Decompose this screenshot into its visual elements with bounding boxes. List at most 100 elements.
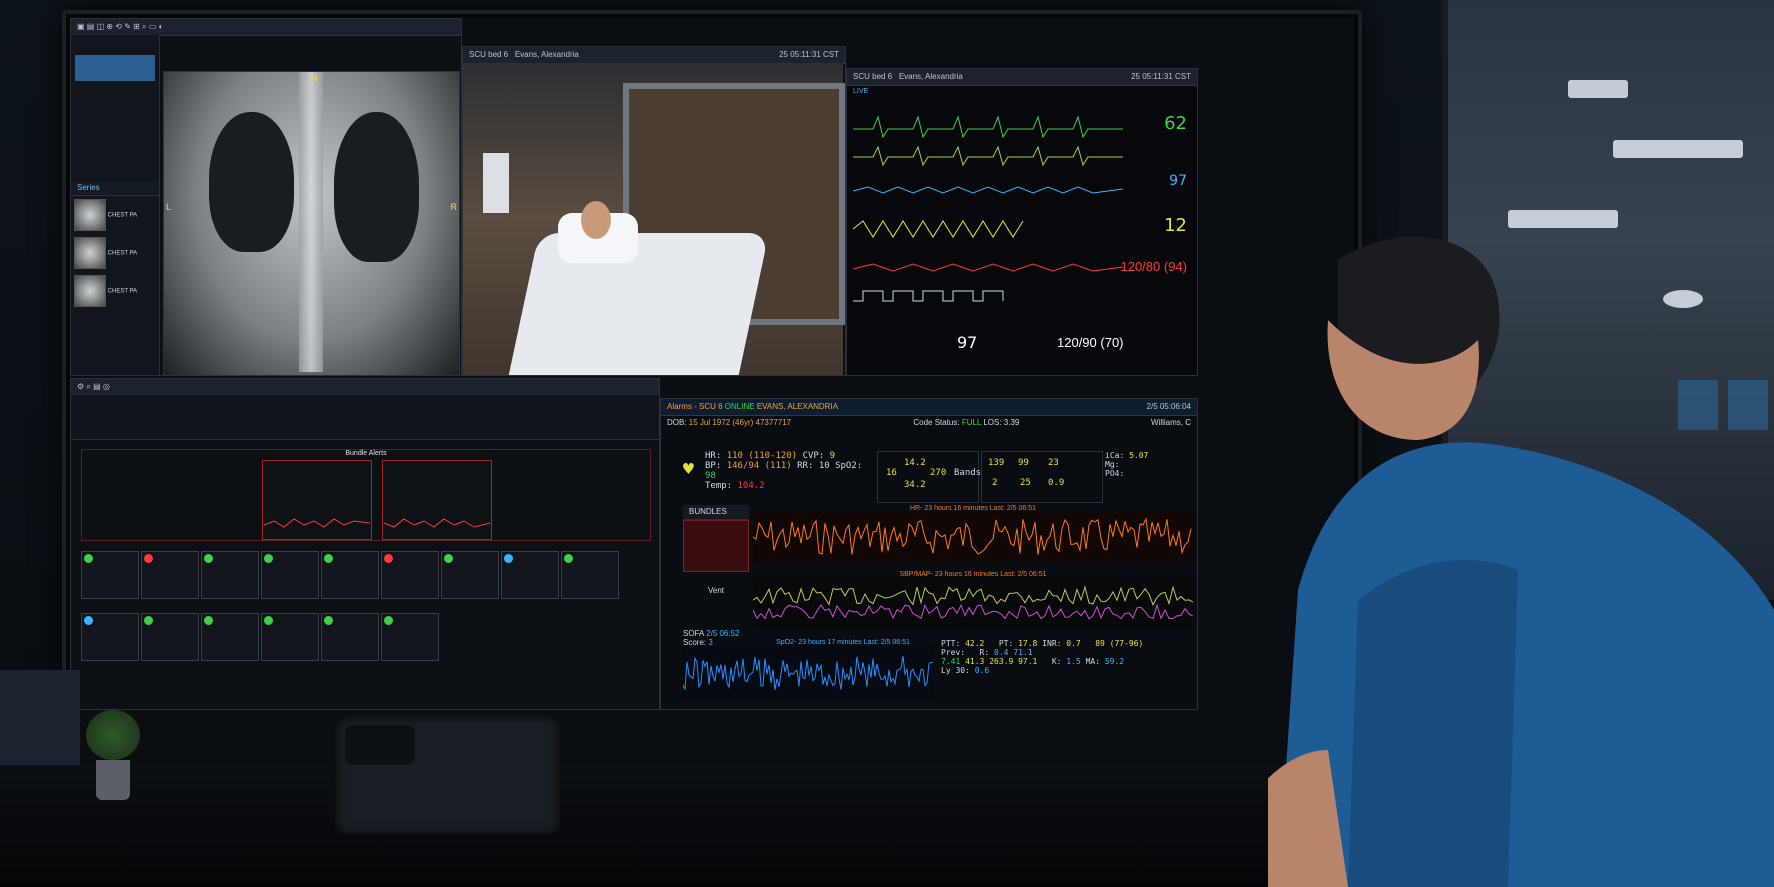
teg-ma-label: MA: [1085, 657, 1101, 666]
teg-r-value: 0.4 [994, 648, 1009, 657]
patient-card[interactable] [441, 551, 499, 599]
clinician-figure [1268, 236, 1774, 887]
cvp-label: CVP: [802, 451, 825, 461]
video-patient-name: Evans, Alexandria [514, 50, 579, 59]
patient-card[interactable] [81, 551, 139, 599]
teg-k-label: K: [1051, 657, 1062, 666]
hr-value: 62 [1164, 113, 1187, 134]
patient-card[interactable] [501, 551, 559, 599]
ceiling-light [1508, 210, 1618, 228]
bundle-filter-bar[interactable] [71, 395, 659, 440]
plant-leaves [86, 710, 140, 760]
abp-readout: 120/80 (94) [1120, 259, 1187, 274]
abp-wave [853, 263, 1123, 272]
selected-study[interactable] [75, 55, 155, 81]
teg-a-value: 71.1 [1013, 648, 1033, 657]
los-value: 3.39 [1003, 418, 1020, 427]
monitor-titlebar: SCU bed 6 Evans, Alexandria 25 05:11:31 C… [847, 69, 1197, 86]
desk-phone[interactable] [335, 715, 560, 835]
blood-gas-value: 97.1 [1018, 657, 1038, 666]
bands-label: Bands [954, 468, 982, 478]
detail-date: 2/5 05:06:04 [1146, 402, 1191, 411]
monitor-patient-name: Evans, Alexandria [898, 72, 963, 81]
heart-icon: ♥ [683, 459, 694, 480]
los-label: LOS: [983, 418, 1002, 427]
patient-card[interactable] [141, 551, 199, 599]
bundle-sidebar: BUNDLES Vent [683, 505, 749, 625]
teg-ly-value: 0.6 [974, 666, 990, 675]
patient-card[interactable] [321, 551, 379, 599]
patient-card[interactable] [141, 613, 199, 661]
patient-card[interactable] [201, 613, 259, 661]
bundle-alert-box[interactable] [683, 520, 749, 572]
alert-chart-card[interactable] [382, 460, 492, 540]
lab-boxes: PTT: 42.2 PT: 17.8 INR: 0.7 89 (77-96) P… [941, 639, 1195, 707]
heme-value: 270 [930, 468, 947, 478]
blood-gas-value: 41.3 [965, 657, 985, 666]
video-titlebar: SCU bed 6 Evans, Alexandria 25 05:11:31 C… [463, 47, 845, 64]
bundle-alerts-title: Bundle Alerts [345, 450, 387, 457]
pleth-wave [853, 186, 1123, 194]
ceiling-light [1568, 80, 1628, 98]
xray-thumbnail [74, 199, 106, 231]
alert-chart-card[interactable] [262, 460, 372, 540]
teg-ma-value: 59.2 [1104, 657, 1125, 666]
dob-value: 15 Jul 1972 (46yr) [688, 418, 754, 427]
patient-card[interactable] [261, 613, 319, 661]
temp-label: Temp: [705, 481, 733, 491]
series-item[interactable]: CHEST PA [71, 234, 159, 272]
glucose-value: 89 (77-96) [1095, 639, 1144, 648]
patient-card[interactable] [381, 551, 439, 599]
heme-value: 16 [886, 468, 897, 478]
sbp-trend-title: SBP/MAP- 23 hours 16 minutes Last: 2/5 0… [899, 571, 1047, 578]
status-dot-icon [264, 554, 273, 563]
temp-value: 97 [957, 333, 978, 352]
coag-line: PTT: 42.2 PT: 17.8 INR: 0.7 89 (77-96) [941, 639, 1195, 648]
series-item[interactable]: CHEST PA [71, 196, 159, 234]
mg-label: Mg: [1105, 460, 1120, 469]
series-label: CHEST PA [107, 212, 138, 219]
sofa-date: 2/5 06:52 [706, 629, 740, 638]
video-timestamp: 25 05:11:31 CST [779, 50, 839, 59]
status-dot-icon [444, 554, 453, 563]
heme-value: 34.2 [904, 480, 926, 490]
po4-label: PO4: [1105, 469, 1125, 478]
vitals-line-3: Temp: 104.2 [705, 481, 873, 491]
series-item[interactable]: CHEST PA [71, 272, 159, 310]
spo2-trend-chart[interactable]: SpO2- 23 hours 17 minutes Last: 2/5 06:5… [682, 639, 934, 707]
status-dot-icon [324, 554, 333, 563]
patient-card[interactable] [321, 613, 379, 661]
patient-card[interactable] [201, 551, 259, 599]
mrn-value: 47377717 [755, 418, 792, 427]
rr-value: 10 [818, 461, 830, 471]
xray-toolbar[interactable]: ▣ ▤ ◫ ⊕ ⟲ ✎ ⊞ ⌕ ▭ ◐ [71, 19, 461, 36]
spo2-trend-title: SpO2- 23 hours 17 minutes Last: 2/5 06:5… [776, 639, 910, 646]
chest-xray-image[interactable]: H L R [163, 71, 460, 375]
patient-card[interactable] [81, 613, 139, 661]
lactate-line: Prev: R: 0.4 71.1 [941, 648, 1195, 657]
patient-card[interactable] [561, 551, 619, 599]
bundle-alerts-panel: ⚙ ⌕ ▤ ◎ Bundle Alerts [70, 378, 660, 710]
xray-marker-l: L [166, 202, 172, 212]
series-label: CHEST PA [107, 250, 138, 257]
room-camera-feed[interactable]: ⛶ [463, 63, 845, 375]
nibp-map-value: (70) [1100, 335, 1124, 350]
hr-trend-chart[interactable]: HR- 23 hours 16 minutes Last: 2/5 06:51 [752, 505, 1193, 567]
chem-value: 23 [1048, 458, 1059, 468]
heme-box: 16 14.2 270 34.2 Bands [877, 451, 982, 503]
patient-card-grid [81, 551, 621, 681]
detail-toolbar[interactable]: Alarms - SCU 6 ONLINE EVANS, ALEXANDRIA … [661, 399, 1197, 416]
attending-name: Williams, C [1151, 418, 1191, 427]
status-dot-icon [384, 616, 393, 625]
plant-pot [96, 760, 130, 800]
sbp-trend-chart[interactable]: SBP/MAP- 23 hours 16 minutes Last: 2/5 0… [752, 571, 1194, 633]
bedside-monitor-panel: SCU bed 6 Evans, Alexandria 25 05:11:31 C… [846, 68, 1198, 376]
status-dot-icon [84, 616, 93, 625]
co2-wave [853, 290, 1004, 302]
patient-card[interactable] [261, 551, 319, 599]
bundle-toolbar[interactable]: ⚙ ⌕ ▤ ◎ [71, 379, 659, 396]
spo2-label: SpO2: [835, 461, 863, 471]
spo2-value: 97 [1169, 173, 1187, 189]
patient-card[interactable] [381, 613, 439, 661]
xray-left-lung [209, 112, 294, 252]
